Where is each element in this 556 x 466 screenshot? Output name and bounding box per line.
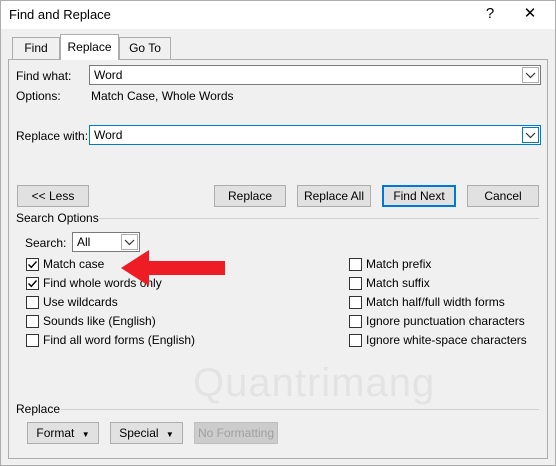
annotation-arrow-icon <box>121 250 225 286</box>
format-button-label: Format <box>36 426 75 440</box>
checkmark-icon <box>28 261 38 269</box>
replace-button[interactable]: Replace <box>214 185 286 207</box>
ignore-white-space-label[interactable]: Ignore white-space characters <box>366 333 527 347</box>
dropdown-triangle-icon: ▼ <box>165 430 174 439</box>
special-button[interactable]: Special ▼ <box>110 422 183 444</box>
divider <box>61 409 539 410</box>
find-what-combobox[interactable]: Word <box>89 65 541 85</box>
watermark-text: Quantrimang <box>193 361 436 405</box>
checkmark-icon <box>28 280 38 288</box>
find-all-word-forms-checkbox[interactable] <box>26 334 39 347</box>
close-button[interactable]: ✕ <box>515 3 545 25</box>
replace-all-button[interactable]: Replace All <box>297 185 371 207</box>
match-suffix-label[interactable]: Match suffix <box>366 276 430 290</box>
sounds-like-label[interactable]: Sounds like (English) <box>43 314 156 328</box>
replace-section-heading: Replace <box>16 402 61 416</box>
tab-find[interactable]: Find <box>12 37 60 59</box>
cancel-button[interactable]: Cancel <box>467 185 539 207</box>
chevron-down-icon[interactable] <box>522 67 539 83</box>
help-button[interactable]: ? <box>475 3 505 25</box>
use-wildcards-checkbox[interactable] <box>26 296 39 309</box>
search-options-heading: Search Options <box>16 211 99 225</box>
replace-with-value: Word <box>94 128 123 142</box>
use-wildcards-label[interactable]: Use wildcards <box>43 295 118 309</box>
title-bar: Find and Replace ? ✕ <box>1 1 555 29</box>
format-button[interactable]: Format ▼ <box>27 422 99 444</box>
find-next-button[interactable]: Find Next <box>382 185 456 207</box>
replace-with-combobox[interactable]: Word <box>89 125 541 145</box>
find-what-label: Find what: <box>16 69 72 83</box>
find-whole-words-checkbox[interactable] <box>26 277 39 290</box>
match-prefix-checkbox[interactable] <box>349 258 362 271</box>
ignore-punctuation-checkbox[interactable] <box>349 315 362 328</box>
divider <box>99 218 539 219</box>
find-what-value: Word <box>94 68 123 82</box>
match-half-full-width-checkbox[interactable] <box>349 296 362 309</box>
match-case-checkbox[interactable] <box>26 258 39 271</box>
chevron-down-icon[interactable] <box>522 127 539 143</box>
window-title: Find and Replace <box>9 7 111 22</box>
match-prefix-label[interactable]: Match prefix <box>366 257 431 271</box>
replace-with-label: Replace with: <box>16 129 89 143</box>
ignore-punctuation-label[interactable]: Ignore punctuation characters <box>366 314 525 328</box>
dropdown-triangle-icon: ▼ <box>81 430 90 439</box>
options-value: Match Case, Whole Words <box>91 89 234 103</box>
search-direction-label: Search: <box>25 236 67 250</box>
match-suffix-checkbox[interactable] <box>349 277 362 290</box>
special-button-label: Special <box>119 426 159 440</box>
match-half-full-width-label[interactable]: Match half/full width forms <box>366 295 505 309</box>
find-replace-dialog: Find and Replace ? ✕ Find Replace Go To … <box>0 0 556 466</box>
sounds-like-checkbox[interactable] <box>26 315 39 328</box>
options-label: Options: <box>16 89 61 103</box>
match-case-label[interactable]: Match case <box>43 257 104 271</box>
less-button[interactable]: << Less <box>17 185 89 207</box>
find-all-word-forms-label[interactable]: Find all word forms (English) <box>43 333 195 347</box>
tab-replace[interactable]: Replace <box>60 34 119 60</box>
ignore-white-space-checkbox[interactable] <box>349 334 362 347</box>
tab-goto[interactable]: Go To <box>119 37 171 59</box>
no-formatting-button[interactable]: No Formatting <box>194 422 278 444</box>
search-direction-value: All <box>77 235 91 249</box>
